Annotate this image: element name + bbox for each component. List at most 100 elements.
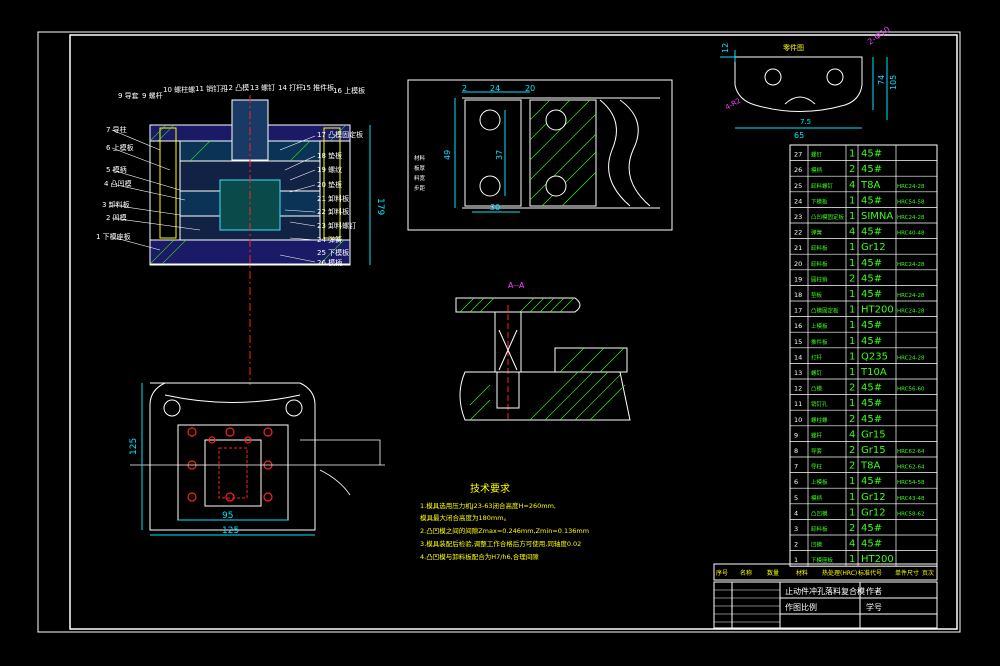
bom-cell-qty: 1 [849, 507, 855, 518]
bom-cell-note: HRC62-64 [897, 465, 925, 471]
bom-cell-no: 13 [794, 369, 802, 377]
bom-row: 11 销钉孔 1 45# [790, 398, 937, 411]
bom-cell-name: 圆柱销 [811, 275, 828, 283]
guide-post-left [159, 127, 177, 239]
bom-cell-qty: 1 [849, 476, 855, 487]
bom-cell-name: 弹簧 [811, 229, 823, 237]
bom-cell-no: 3 [794, 525, 798, 533]
bom-cell-name: 卸料板 [811, 260, 828, 268]
label-thread: 19 螺纹 [317, 165, 342, 174]
bom-cell-qty: 1 [849, 195, 855, 206]
bom-cell-material: Gr15 [861, 445, 886, 456]
bom-cell-name: 垫板 [811, 291, 823, 299]
svg-text:材料: 材料 [796, 569, 808, 577]
bom-cell-note: HRC24-28 [897, 215, 925, 221]
label-spring: 24 弹簧 [317, 235, 342, 244]
section-a-a: A--A [455, 281, 631, 421]
bom-cell-no: 27 [794, 151, 802, 159]
bom-cell-note: HRC24-28 [897, 262, 925, 268]
bom-cell-note: HRC43-48 [897, 496, 925, 502]
label-guide-sleeve: 9 导套 [118, 91, 139, 100]
label-lower-base: 1 下模座板 [96, 232, 131, 241]
bom-row: 9 螺杆 4 Gr15 [790, 429, 937, 442]
svg-text:标准代号: 标准代号 [858, 569, 882, 577]
bom-cell-qty: 1 [849, 149, 855, 160]
bom-row: 15 推件板 1 45# [790, 336, 937, 349]
screw-holes [187, 427, 273, 502]
bom-cell-name: 凸模 [811, 385, 823, 393]
label-punch-holder: 17 凸模固定板 [317, 130, 363, 139]
bom-row: 8 导套 2 Gr15 HRC62-64 [790, 445, 937, 458]
bom-cell-no: 16 [794, 322, 802, 330]
bom-cell-material: 45# [861, 336, 882, 347]
bom-cell-name: 螺杆 [811, 431, 823, 439]
part-dim-105: 105 [889, 75, 898, 90]
svg-text:板厚: 板厚 [414, 164, 426, 172]
section-label: A--A [508, 281, 525, 290]
bom-cell-no: 9 [794, 431, 798, 439]
part-title: 零件图 [783, 43, 804, 52]
part-dim-hole: 2-Ф10 [866, 25, 892, 47]
bom-row: 10 螺柱螺 2 45# [790, 414, 937, 427]
guide-hole-right [285, 399, 303, 417]
bom-cell-name: 销钉孔 [811, 400, 828, 408]
part-dim-74: 74 [877, 75, 886, 85]
bom-cell-material: 45# [861, 523, 882, 534]
bom-cell-qty: 1 [849, 211, 855, 222]
svg-text:料宽: 料宽 [414, 174, 426, 182]
bom-cell-name: 模柄 [811, 166, 823, 174]
bom-cell-note: HRC54-58 [897, 480, 925, 486]
bom-cell-no: 22 [794, 229, 802, 237]
bom-cell-no: 19 [794, 275, 802, 283]
bom-cell-no: 11 [794, 400, 802, 408]
bom-cell-name: 卸料螺钉 [811, 182, 834, 190]
plan-height: 125 [129, 438, 139, 455]
bom-cell-material: 45# [861, 320, 882, 331]
bom-cell-material: 45# [861, 476, 882, 487]
bom-cell-qty: 4 [849, 429, 855, 440]
bom-cell-name: 下模板 [811, 197, 828, 205]
bom-cell-material: 45# [861, 164, 882, 175]
svg-text:步距: 步距 [414, 185, 426, 192]
bom-cell-name: 上模板 [811, 322, 828, 330]
bom-row: 24 下模板 1 45# HRC54-58 [790, 195, 937, 208]
bom-cell-material: 45# [861, 383, 882, 394]
bom-cell-qty: 1 [849, 305, 855, 316]
strip-dim-20: 20 [525, 84, 535, 93]
svg-text:单件尺寸: 单件尺寸 [895, 569, 919, 577]
tech-item-3: 3.模具装配后检验,调整工作合格后方可使用,同轴度0.02 [420, 539, 581, 548]
bom-cell-no: 4 [794, 509, 798, 517]
bom-cell-name: 下模座板 [811, 556, 834, 564]
bom-cell-name: 凸凹模固定板 [811, 213, 845, 221]
bom-cell-no: 18 [794, 291, 802, 299]
label-stripper-21: 21 卸料板 [317, 194, 349, 203]
bom-cell-no: 23 [794, 213, 802, 221]
bom-cell-note: HRC58-62 [897, 511, 925, 517]
strip-notes: 材料 板厚 料宽 步距 [414, 154, 426, 192]
bom-cell-no: 25 [794, 182, 802, 190]
part-dim-65: 65 [794, 131, 804, 140]
bom-cell-material: 45# [861, 539, 882, 550]
strip-dim-30: 30 [490, 203, 500, 212]
bom-cell-name: 导柱 [811, 463, 823, 471]
bom-row: 4 凸凹模 1 Gr12 HRC58-62 [790, 507, 937, 520]
bom-cell-qty: 2 [849, 164, 855, 175]
tech-item-1: 1.模具选用压力机J23-63闭合高度H=260mm, [420, 501, 556, 510]
bom-cell-material: T8A [860, 461, 880, 472]
id-label: 学号 [866, 602, 882, 612]
part-dim-radius: 4-R2 [724, 97, 742, 112]
label-upper-plate-16: 16 上模板 [333, 86, 365, 95]
strip-dim-24: 24 [490, 84, 500, 93]
label-backing-18: 18 垫板 [317, 151, 342, 160]
bom-cell-qty: 1 [849, 336, 855, 347]
bom-cell-name: 凸模固定板 [811, 307, 839, 315]
blank-1 [464, 99, 522, 207]
tech-item-4: 4.凸凹模与卸料板配合为H7/h6,合理间隙 [420, 552, 539, 561]
bom-row: 19 圆柱销 2 45# [790, 273, 937, 286]
bom-row: 2 凹模 4 45# [790, 539, 937, 551]
bom-row: 27 螺钉 1 45# [790, 149, 937, 161]
bom-cell-name: 打杆 [811, 353, 823, 361]
label-die-2: 2 凹模 [106, 213, 127, 222]
bom-cell-material: Gr12 [861, 507, 886, 518]
bom-row: 12 凸模 2 45# HRC56-60 [790, 383, 937, 395]
